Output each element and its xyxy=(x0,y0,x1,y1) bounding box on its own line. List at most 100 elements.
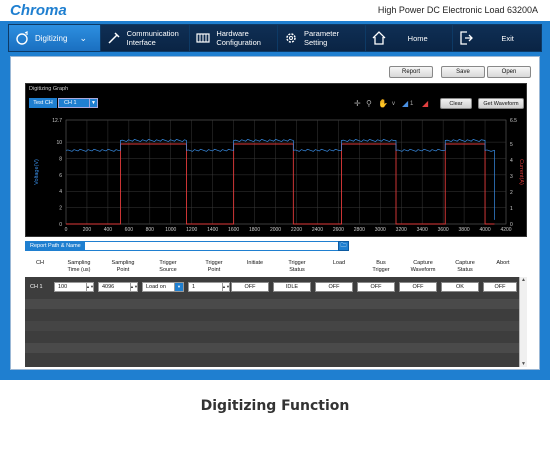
title-bar: Chroma High Power DC Electronic Load 632… xyxy=(0,0,550,22)
y-tick-label: 2 xyxy=(59,206,62,212)
app-title: High Power DC Electronic Load 63200A xyxy=(377,5,538,15)
dropdown-arrow-icon[interactable]: ▼ xyxy=(174,283,183,291)
column-header: Trigger Status xyxy=(288,260,306,273)
column-header: Sampling Time (us) xyxy=(67,260,91,273)
x-tick-label: 200 xyxy=(83,227,92,233)
column-header: CH xyxy=(36,260,44,266)
sampling-point-field[interactable]: 4096 ▲▼ xyxy=(98,282,138,292)
x-tick-label: 600 xyxy=(125,227,134,233)
y2-tick-label: 3 xyxy=(510,174,513,180)
column-header: Load xyxy=(332,260,346,266)
x-tick-label: 1200 xyxy=(186,227,197,233)
nav-parameter-label: Parameter Setting xyxy=(303,29,339,47)
nav-communication[interactable]: Communication Interface xyxy=(100,25,191,51)
trigger-source-value: Load on xyxy=(146,284,166,290)
x-tick-label: 800 xyxy=(146,227,155,233)
table-row-stripe xyxy=(25,321,519,331)
column-header: Sampling Point xyxy=(111,260,135,273)
x-tick-label: 3600 xyxy=(438,227,449,233)
spinner-icon[interactable]: ▲▼ xyxy=(86,283,94,291)
nav-home-label: Home xyxy=(407,33,428,43)
table-scrollbar[interactable]: ▲ ▼ xyxy=(519,277,527,367)
report-path-label: Report Path & Name xyxy=(26,242,85,250)
column-header: Trigger Point xyxy=(205,260,223,273)
nav-hardware-label: Hardware Configuration xyxy=(216,29,261,47)
spinner-icon[interactable]: ▲▼ xyxy=(130,283,138,291)
digitizing-panel: Report Save Open Digitizing Graph Test C… xyxy=(10,56,540,370)
y-tick-label: 6 xyxy=(59,173,62,179)
trigger-point-field[interactable]: 1 ▲▼ xyxy=(188,282,230,292)
x-tick-label: 3000 xyxy=(375,227,386,233)
y2-tick-label: 4 xyxy=(510,158,513,164)
y-axis-label: Voltage(V) xyxy=(34,159,40,185)
sampling-point-value: 4096 xyxy=(102,284,115,290)
trigger-source-select[interactable]: Load on ▼ xyxy=(142,282,184,292)
scroll-down-icon[interactable]: ▼ xyxy=(520,361,527,367)
x-tick-label: 2800 xyxy=(354,227,365,233)
nav-parameter[interactable]: Parameter Setting xyxy=(277,25,366,51)
nav-hardware[interactable]: Hardware Configuration xyxy=(190,25,278,51)
x-tick-label: 0 xyxy=(65,227,68,233)
current-series-line xyxy=(66,143,495,225)
scroll-up-icon[interactable]: ▲ xyxy=(520,277,527,283)
x-tick-label: 3400 xyxy=(417,227,428,233)
row-ch-label: CH 1 xyxy=(30,284,43,290)
save-button[interactable]: Save xyxy=(441,66,485,78)
x-tick-label: 400 xyxy=(104,227,113,233)
y-tick-label: 0 xyxy=(59,222,62,228)
sampling-time-field[interactable]: 100 ▲▼ xyxy=(54,282,94,292)
digitizing-icon xyxy=(13,29,31,47)
x-tick-label: 1800 xyxy=(249,227,260,233)
main-nav: Digitizing ⌄ Communication Interface Har… xyxy=(8,24,542,52)
capture-waveform-button[interactable]: OFF xyxy=(399,282,437,292)
nav-digitizing[interactable]: Digitizing ⌄ xyxy=(9,25,101,51)
bus-trigger-button[interactable]: OFF xyxy=(357,282,395,292)
column-header: Initiate xyxy=(246,260,264,266)
y2-tick-label: 5 xyxy=(510,142,513,148)
x-tick-label: 2600 xyxy=(333,227,344,233)
capture-status-badge: OK xyxy=(441,282,479,292)
column-header: Trigger Source xyxy=(159,260,177,273)
y-tick-label: 4 xyxy=(59,189,62,195)
column-header: Capture Waveform xyxy=(410,260,436,273)
report-button[interactable]: Report xyxy=(389,66,433,78)
home-icon xyxy=(370,29,388,47)
load-button[interactable]: OFF xyxy=(315,282,353,292)
y-tick-label: 12.7 xyxy=(52,118,62,124)
y-tick-label: 8 xyxy=(59,156,62,162)
folder-browse-icon[interactable]: 🗀 xyxy=(338,241,349,251)
y2-tick-label: 1 xyxy=(510,206,513,212)
nav-communication-label: Communication Interface xyxy=(126,29,179,47)
open-button[interactable]: Open xyxy=(487,66,531,78)
nav-exit-label: Exit xyxy=(501,33,514,43)
x-tick-label: 4000 xyxy=(479,227,490,233)
y-tick-label: 10 xyxy=(56,140,62,146)
trigger-point-value: 1 xyxy=(192,284,196,290)
plot-area xyxy=(65,119,507,225)
x-tick-label: 2200 xyxy=(291,227,302,233)
x-tick-label: 2000 xyxy=(270,227,281,233)
nav-digitizing-label: Digitizing xyxy=(35,33,68,43)
spinner-icon[interactable]: ▲▼ xyxy=(222,283,230,291)
x-tick-label: 3800 xyxy=(459,227,470,233)
y2-axis-label: Current(A) xyxy=(518,159,524,185)
x-tick-label: 1600 xyxy=(228,227,239,233)
y2-tick-label: 2 xyxy=(510,190,513,196)
column-header: Capture Status xyxy=(455,260,475,273)
nav-home[interactable]: Home xyxy=(365,25,454,51)
column-header: Abort xyxy=(496,260,510,266)
waveform-chart: 0 200 400 600 800 1000 1200 1400 1600 1800 2000 220… xyxy=(34,118,524,233)
table-row-stripe xyxy=(25,343,519,353)
initiate-button[interactable]: OFF xyxy=(231,282,269,292)
chevron-down-icon: ⌄ xyxy=(79,32,88,43)
hardware-icon xyxy=(194,29,212,47)
exit-icon xyxy=(457,29,475,47)
column-header: Bus Trigger xyxy=(372,260,390,273)
channel-table: ▲ ▼ CH 1 100 ▲▼ 4096 ▲▼ Load on ▼ 1 ▲▼ OFF I… xyxy=(25,277,527,367)
abort-button[interactable]: OFF xyxy=(483,282,517,292)
x-tick-label: 1000 xyxy=(165,227,176,233)
report-path-input[interactable]: Report Path & Name xyxy=(25,241,348,251)
sampling-time-value: 100 xyxy=(58,284,68,290)
nav-exit[interactable]: Exit xyxy=(453,25,541,51)
chroma-logo: Chroma xyxy=(10,2,67,19)
